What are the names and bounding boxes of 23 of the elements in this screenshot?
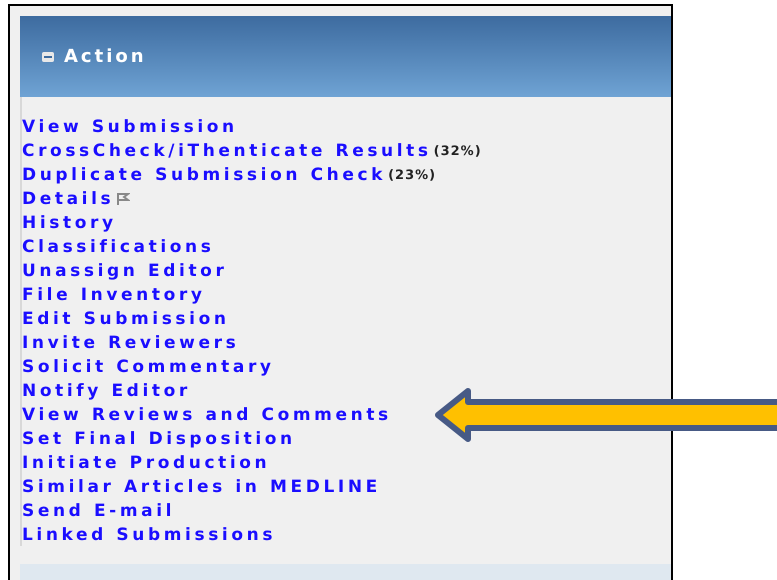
action-link[interactable]: Classifications [22,236,214,258]
percentage-text: (32%) [434,143,482,161]
collapse-icon[interactable] [42,52,54,62]
action-link[interactable]: Send E-mail [22,500,176,522]
percentage-text: (23%) [388,167,436,185]
action-link[interactable]: Set Final Disposition [22,428,296,450]
action-link[interactable]: Similar Articles in MEDLINE [22,476,381,498]
action-link[interactable]: Unassign Editor [22,260,228,282]
action-link[interactable]: Initiate Production [22,452,270,474]
arrow-icon [434,387,777,443]
action-link[interactable]: Notify Editor [22,380,191,402]
action-link[interactable]: Invite Reviewers [22,332,240,354]
action-link[interactable]: Edit Submission [22,308,230,330]
action-link[interactable]: View Reviews and Comments [22,404,392,426]
action-link[interactable]: Linked Submissions [22,524,276,546]
action-link[interactable]: Solicit Commentary [22,356,275,378]
action-link[interactable]: CrossCheck/iThenticate Results [22,140,432,162]
action-link[interactable]: Duplicate Submission Check [22,164,386,186]
action-link[interactable]: View Submission [22,116,238,138]
panel-title: Action [64,45,147,69]
action-link[interactable]: File Inventory [22,284,206,306]
action-link[interactable]: Details [22,188,114,210]
action-link[interactable]: History [22,212,117,234]
